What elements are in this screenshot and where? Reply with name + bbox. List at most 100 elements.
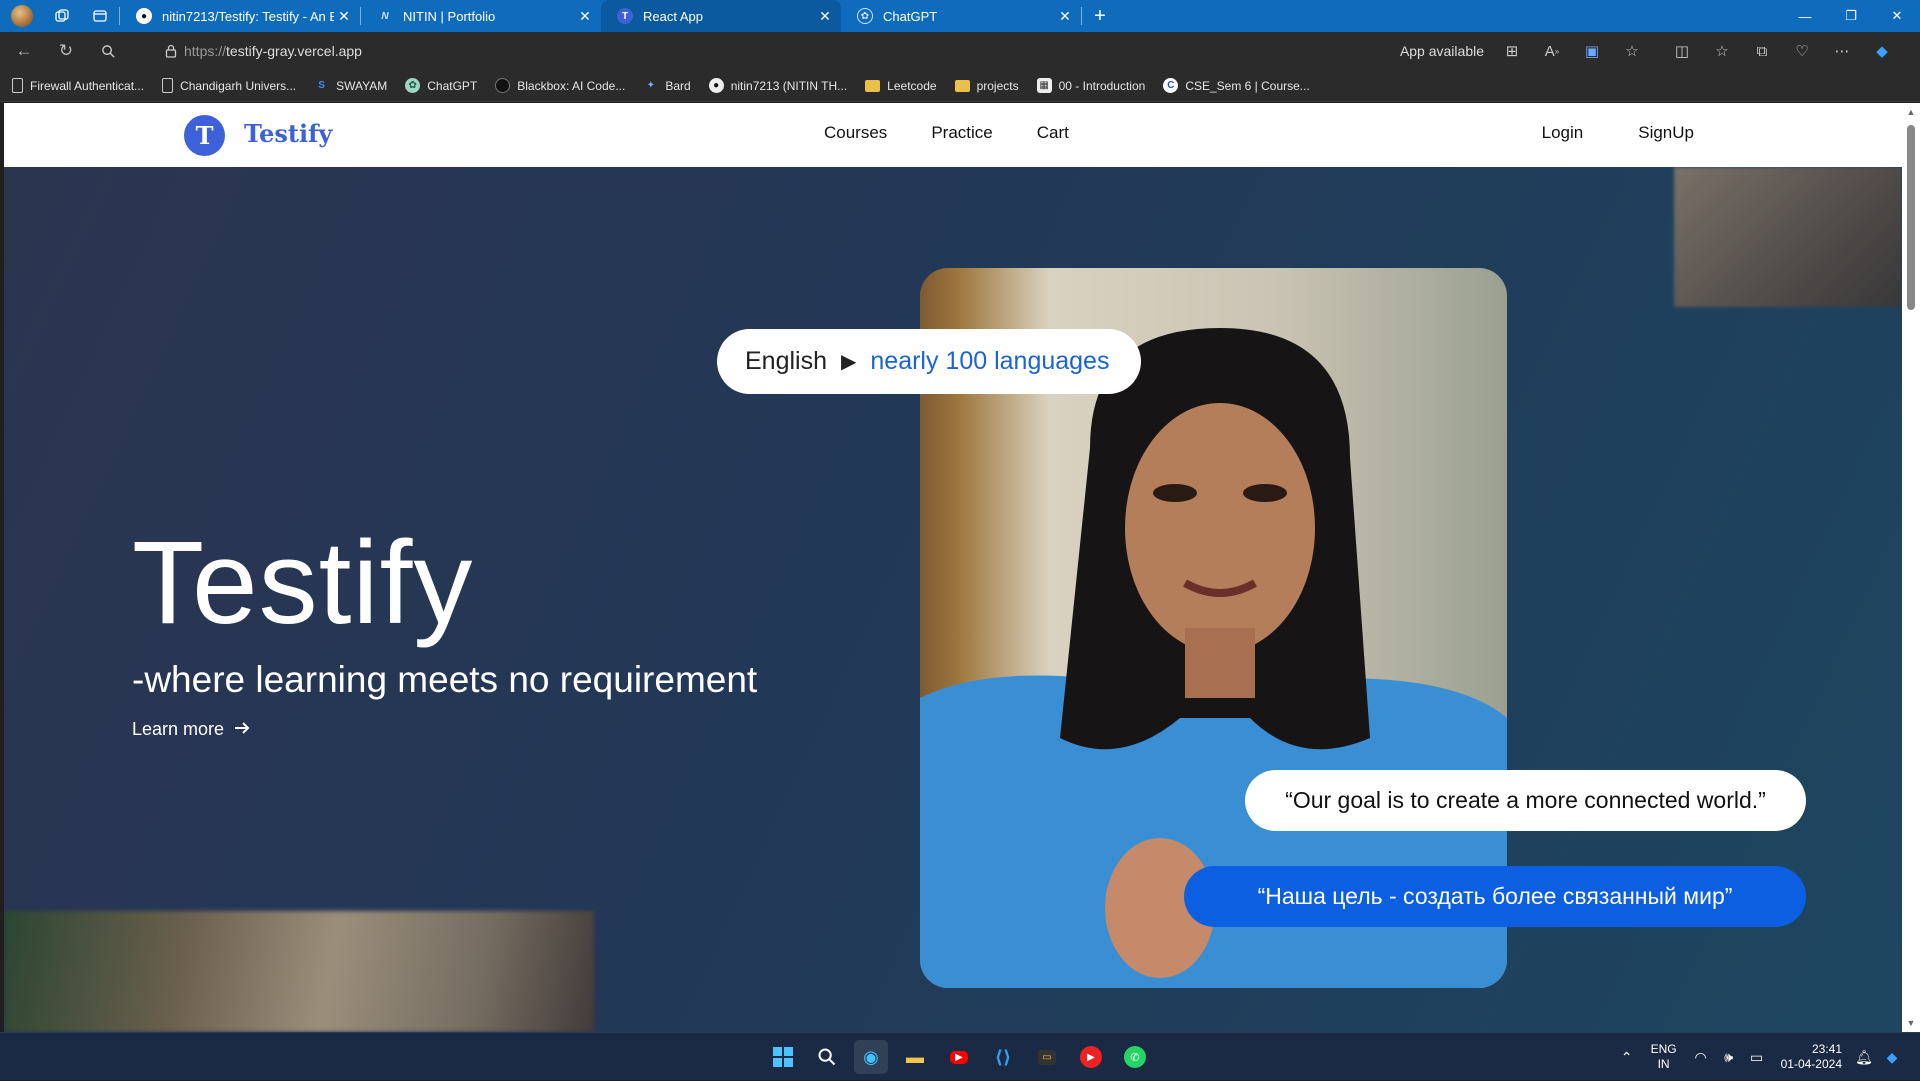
- lang-code: ENG: [1650, 1042, 1677, 1056]
- bookmark-label: Firewall Authenticat...: [30, 78, 145, 93]
- close-window-icon[interactable]: ✕: [1874, 0, 1920, 32]
- login-link[interactable]: Login: [1542, 123, 1584, 143]
- copilot-icon[interactable]: ◆: [1862, 36, 1902, 66]
- bookmark-label: Blackbox: AI Code...: [517, 78, 626, 93]
- wifi-icon[interactable]: ◠: [1687, 1037, 1715, 1077]
- learn-more-link[interactable]: Learn more: [132, 719, 250, 740]
- language-pill: English ▶ nearly 100 languages: [717, 329, 1141, 394]
- tab-actions-icon[interactable]: [81, 0, 119, 32]
- youtube-icon[interactable]: ▶: [942, 1040, 976, 1074]
- more-options-icon[interactable]: ⋯: [1822, 36, 1862, 66]
- split-screen-icon[interactable]: ◫: [1662, 36, 1702, 66]
- bookmark-bard[interactable]: ✦ Bard: [643, 78, 691, 93]
- bookmark-label: SWAYAM: [336, 78, 388, 93]
- brand-name[interactable]: Testify: [244, 119, 332, 148]
- close-icon[interactable]: ✕: [815, 8, 835, 25]
- bookmark-blackbox[interactable]: Blackbox: AI Code...: [495, 78, 625, 93]
- tab-portfolio[interactable]: N NITIN | Portfolio ✕: [361, 0, 601, 32]
- input-language[interactable]: ENG IN: [1651, 1042, 1677, 1072]
- bookmark-introduction[interactable]: ▦ 00 - Introduction: [1036, 78, 1146, 93]
- close-icon[interactable]: ✕: [334, 8, 354, 25]
- search-icon[interactable]: [810, 1040, 844, 1074]
- minimize-icon[interactable]: —: [1782, 0, 1828, 32]
- site-navbar: T Testify Courses Practice Cart Login Si…: [4, 103, 1902, 167]
- scroll-thumb[interactable]: [1907, 125, 1915, 310]
- bookmark-cse-sem6[interactable]: C CSE_Sem 6 | Course...: [1163, 78, 1310, 93]
- folder-icon: [954, 79, 970, 92]
- chevron-up-icon[interactable]: ⌃: [1613, 1037, 1641, 1077]
- background-thumbnail: [1674, 167, 1902, 307]
- browser-essentials-icon[interactable]: ♡: [1782, 36, 1822, 66]
- back-icon[interactable]: ←: [6, 36, 42, 66]
- vscode-icon[interactable]: ⟨⟩: [986, 1040, 1020, 1074]
- collections-icon[interactable]: ⧉: [1742, 36, 1782, 66]
- signup-link[interactable]: SignUp: [1638, 123, 1694, 143]
- blackbox-icon: [495, 78, 511, 93]
- github-icon: ●: [708, 78, 724, 93]
- window-controls: — ❐ ✕: [1782, 0, 1920, 32]
- immersive-reader-icon[interactable]: ▣: [1572, 36, 1612, 66]
- bookmark-label: CSE_Sem 6 | Course...: [1185, 78, 1310, 93]
- bookmark-chandigarh[interactable]: Chandigarh Univers...: [162, 78, 296, 93]
- quote-russian: “Наша цель - создать более связанный мир…: [1184, 866, 1806, 927]
- close-icon[interactable]: ✕: [575, 8, 595, 25]
- course-icon: ▦: [1036, 78, 1052, 93]
- battery-icon[interactable]: ▭: [1743, 1037, 1771, 1077]
- close-icon[interactable]: ✕: [1055, 8, 1075, 25]
- copilot-icon[interactable]: ◆: [1878, 1037, 1906, 1077]
- nav-courses[interactable]: Courses: [824, 123, 887, 143]
- bookmark-swayam[interactable]: S SWAYAM: [314, 78, 387, 93]
- media-player-icon[interactable]: ▶: [1074, 1040, 1108, 1074]
- folder-icon: [865, 79, 881, 92]
- lock-icon[interactable]: [158, 44, 184, 58]
- nav-cart[interactable]: Cart: [1037, 123, 1069, 143]
- notification-bell-icon[interactable]: 🔔︎: [1850, 1037, 1878, 1077]
- workspaces-icon[interactable]: [43, 0, 81, 32]
- favorites-icon[interactable]: ☆: [1702, 36, 1742, 66]
- new-tab-button[interactable]: +: [1082, 0, 1118, 32]
- lang-to: nearly 100 languages: [870, 347, 1110, 375]
- coursera-icon: C: [1163, 78, 1179, 93]
- bookmark-firewall[interactable]: Firewall Authenticat...: [12, 78, 144, 93]
- testify-icon: T: [617, 8, 633, 24]
- tab-react-app[interactable]: T React App ✕: [601, 0, 841, 32]
- nav-practice[interactable]: Practice: [931, 123, 992, 143]
- bookmark-label: Bard: [665, 78, 691, 93]
- search-icon[interactable]: [90, 36, 126, 66]
- start-icon[interactable]: [766, 1040, 800, 1074]
- file-explorer-icon[interactable]: ▬: [898, 1040, 932, 1074]
- edge-icon[interactable]: ◉: [854, 1040, 888, 1074]
- refresh-icon[interactable]: ↻: [48, 36, 84, 66]
- bookmark-github[interactable]: ● nitin7213 (NITIN TH...: [708, 78, 848, 93]
- app-available-label[interactable]: App available: [1400, 43, 1484, 59]
- swayam-icon: S: [318, 80, 325, 91]
- portfolio-icon: N: [381, 10, 389, 22]
- tab-title: ChatGPT: [883, 8, 938, 24]
- tab-github[interactable]: ● nitin7213/Testify: Testify - An Edu ✕: [120, 0, 360, 32]
- restore-icon[interactable]: ❐: [1828, 0, 1874, 32]
- bookmark-leetcode[interactable]: Leetcode: [865, 79, 937, 93]
- terminal-icon[interactable]: ▭: [1030, 1040, 1064, 1074]
- favorite-star-icon[interactable]: ☆: [1612, 36, 1652, 66]
- scroll-down-icon[interactable]: ▼: [1902, 1016, 1920, 1030]
- bookmark-projects[interactable]: projects: [954, 79, 1019, 93]
- address-bar-actions: App available ⊞ A» ▣ ☆ ◫ ☆ ⧉ ♡ ⋯ ◆: [1400, 36, 1902, 66]
- bookmark-label: 00 - Introduction: [1058, 78, 1146, 93]
- clock[interactable]: 23:41 01-04-2024: [1781, 1042, 1842, 1072]
- scroll-up-icon[interactable]: ▲: [1902, 105, 1920, 119]
- logo-icon[interactable]: T: [184, 115, 225, 156]
- install-app-icon[interactable]: ⊞: [1492, 36, 1532, 66]
- page-scrollbar[interactable]: ▲ ▼: [1902, 103, 1920, 1032]
- hero-title: Testify: [132, 517, 474, 649]
- tab-chatgpt[interactable]: ✿ ChatGPT ✕: [841, 0, 1081, 32]
- chatgpt-icon: ✿: [405, 78, 421, 93]
- bookmark-label: nitin7213 (NITIN TH...: [730, 78, 848, 93]
- url-host: testify-gray.vercel.app: [226, 43, 362, 59]
- bookmark-chatgpt[interactable]: ✿ ChatGPT: [405, 78, 477, 93]
- profile-avatar[interactable]: [11, 5, 33, 27]
- volume-icon[interactable]: 🕪: [1715, 1037, 1743, 1077]
- read-aloud-icon[interactable]: A»: [1532, 36, 1572, 66]
- whatsapp-icon[interactable]: ✆: [1118, 1040, 1152, 1074]
- bookmarks-bar: Firewall Authenticat... Chandigarh Unive…: [0, 70, 1920, 102]
- hero-subtitle: -where learning meets no requirement: [132, 659, 758, 700]
